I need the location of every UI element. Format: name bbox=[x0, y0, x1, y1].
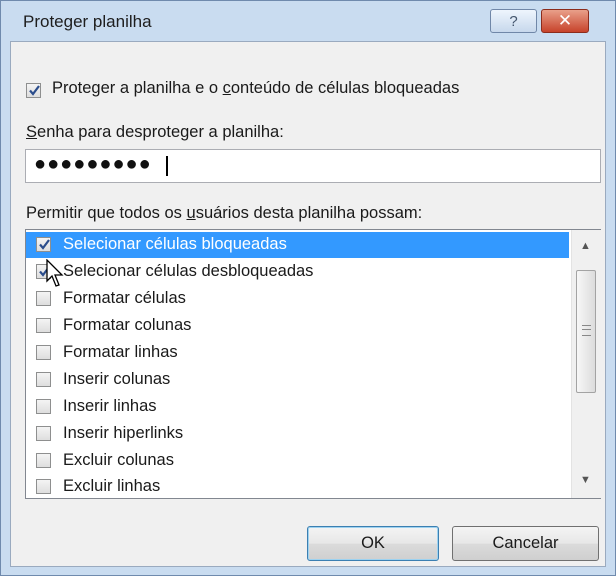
item-label: Inserir linhas bbox=[63, 397, 157, 415]
permissions-label: Permitir que todos os usuários desta pla… bbox=[26, 204, 423, 222]
help-icon: ? bbox=[509, 12, 518, 30]
protect-label[interactable]: Proteger a planilha e o conteúdo de célu… bbox=[52, 79, 459, 98]
check-icon bbox=[39, 239, 50, 250]
item-checkbox[interactable] bbox=[36, 318, 51, 333]
item-label: Excluir linhas bbox=[63, 477, 161, 495]
item-checkbox[interactable] bbox=[36, 479, 51, 494]
close-button[interactable]: ✕ bbox=[541, 9, 589, 33]
item-label: Inserir colunas bbox=[63, 370, 171, 388]
item-checkbox[interactable] bbox=[36, 291, 51, 306]
dialog-body: Proteger a planilha e o conteúdo de célu… bbox=[10, 41, 606, 567]
password-masked-value: ●●●●●●●●● bbox=[34, 153, 152, 175]
text-caret bbox=[166, 156, 168, 176]
list-scrollbar[interactable]: ▲ ▼ bbox=[571, 230, 601, 498]
item-label: Excluir colunas bbox=[63, 451, 174, 469]
dialog-window: Proteger planilha ? ✕ Proteger a planilh… bbox=[0, 0, 616, 576]
item-label: Formatar linhas bbox=[63, 343, 178, 361]
list-item-selecionar-desbloqueadas[interactable]: Selecionar células desbloqueadas bbox=[26, 259, 569, 285]
item-checkbox[interactable] bbox=[36, 399, 51, 414]
list-item-inserir-hiperlinks[interactable]: Inserir hiperlinks bbox=[26, 421, 569, 447]
scroll-up-arrow-icon[interactable]: ▲ bbox=[580, 240, 591, 252]
permissions-list[interactable]: Selecionar células bloqueadas Selecionar… bbox=[25, 229, 601, 499]
title-bar[interactable]: Proteger planilha ? ✕ bbox=[1, 1, 615, 41]
item-label: Formatar células bbox=[63, 289, 186, 307]
help-button[interactable]: ? bbox=[490, 9, 537, 33]
item-checkbox[interactable] bbox=[36, 237, 51, 252]
item-checkbox[interactable] bbox=[36, 426, 51, 441]
grip-icon bbox=[582, 325, 591, 336]
item-label: Inserir hiperlinks bbox=[63, 424, 184, 442]
item-checkbox[interactable] bbox=[36, 453, 51, 468]
item-label: Formatar colunas bbox=[63, 316, 192, 334]
check-icon bbox=[29, 85, 40, 96]
cancel-button[interactable]: Cancelar bbox=[452, 526, 599, 561]
list-item-excluir-colunas[interactable]: Excluir colunas bbox=[26, 448, 569, 474]
list-item-excluir-linhas[interactable]: Excluir linhas bbox=[26, 474, 569, 500]
password-input[interactable]: ●●●●●●●●● bbox=[25, 149, 601, 183]
password-label: Senha para desproteger a planilha: bbox=[26, 123, 284, 141]
scroll-down-arrow-icon[interactable]: ▼ bbox=[580, 474, 591, 486]
list-item-formatar-linhas[interactable]: Formatar linhas bbox=[26, 340, 569, 366]
dialog-title: Proteger planilha bbox=[23, 12, 152, 31]
list-item-inserir-colunas[interactable]: Inserir colunas bbox=[26, 367, 569, 393]
list-item-selecionar-bloqueadas[interactable]: Selecionar células bloqueadas bbox=[26, 232, 569, 258]
item-checkbox[interactable] bbox=[36, 345, 51, 360]
list-item-formatar-celulas[interactable]: Formatar células bbox=[26, 286, 569, 312]
scrollbar-thumb[interactable] bbox=[576, 270, 596, 393]
ok-button[interactable]: OK bbox=[307, 526, 439, 561]
item-label: Selecionar células bloqueadas bbox=[63, 235, 287, 253]
item-checkbox[interactable] bbox=[36, 372, 51, 387]
close-icon: ✕ bbox=[557, 11, 573, 30]
mouse-pointer-icon bbox=[46, 259, 64, 287]
list-item-inserir-linhas[interactable]: Inserir linhas bbox=[26, 394, 569, 420]
protect-checkbox[interactable] bbox=[26, 83, 41, 98]
list-item-formatar-colunas[interactable]: Formatar colunas bbox=[26, 313, 569, 339]
item-label: Selecionar células desbloqueadas bbox=[63, 262, 314, 280]
